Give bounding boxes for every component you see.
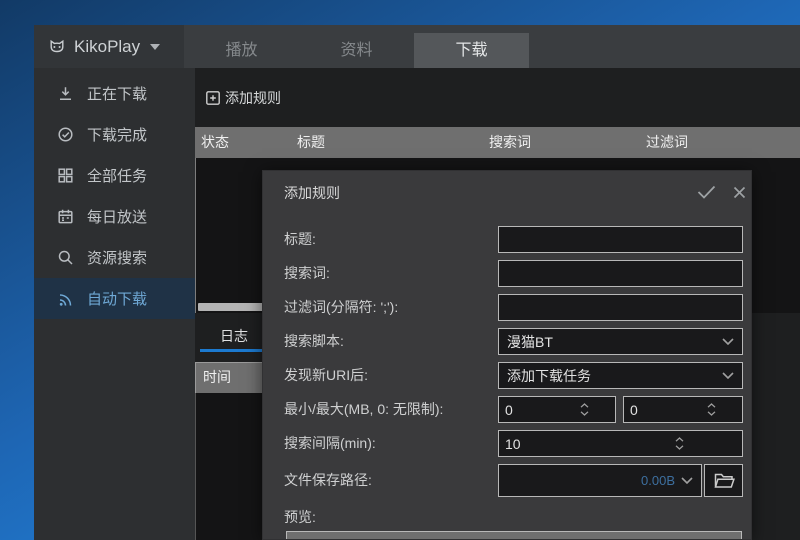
search-script-value: 漫猫BT bbox=[507, 332, 722, 352]
field-label-min-max: 最小/最大(MB, 0: 无限制): bbox=[284, 396, 443, 423]
filter-word-input[interactable] bbox=[498, 294, 743, 321]
sidebar-item-label: 每日放送 bbox=[87, 206, 147, 227]
sidebar-item-downloading[interactable]: 正在下载 bbox=[34, 73, 195, 114]
column-header-status[interactable]: 状态 bbox=[201, 127, 229, 158]
close-x-icon bbox=[733, 186, 746, 199]
preview-table-header bbox=[287, 532, 741, 540]
save-path-select[interactable]: 0.00B bbox=[498, 464, 702, 497]
new-uri-action-select[interactable]: 添加下载任务 bbox=[498, 362, 743, 389]
column-header-title[interactable]: 标题 bbox=[297, 127, 325, 158]
sidebar-item-auto-download[interactable]: 自动下载 bbox=[34, 278, 195, 319]
new-uri-action-value: 添加下载任务 bbox=[507, 366, 722, 386]
add-rule-label: 添加规则 bbox=[225, 88, 281, 108]
chevron-down-icon bbox=[722, 338, 734, 345]
column-header-search-word[interactable]: 搜索词 bbox=[489, 127, 531, 158]
chevron-down-icon bbox=[681, 477, 693, 484]
chevron-down-icon bbox=[722, 372, 734, 379]
field-label-preview: 预览: bbox=[284, 504, 316, 531]
log-tab-label: 日志 bbox=[200, 326, 268, 347]
sidebar-item-resource-search[interactable]: 资源搜索 bbox=[34, 237, 195, 278]
main-tabbar: 播放 资料 下载 bbox=[184, 25, 800, 68]
rule-table-header: 状态 标题 搜索词 过滤词 bbox=[195, 127, 800, 158]
active-tab-indicator bbox=[200, 349, 268, 352]
sidebar-item-completed[interactable]: 下载完成 bbox=[34, 114, 195, 155]
tab-log[interactable]: 日志 bbox=[200, 326, 268, 352]
min-size-spinner[interactable]: 0 bbox=[498, 396, 616, 423]
close-icon[interactable] bbox=[726, 181, 752, 203]
add-rule-dialog: 添加规则 标题: 搜索词: 过滤词(分隔符: ';'): 搜索脚本: 漫猫BT bbox=[262, 170, 752, 540]
column-header-filter-word[interactable]: 过滤词 bbox=[646, 127, 688, 158]
search-word-input[interactable] bbox=[498, 260, 743, 287]
grid-icon bbox=[57, 167, 74, 184]
path-size-text: 0.00B bbox=[507, 473, 681, 488]
sidebar-item-all-tasks[interactable]: 全部任务 bbox=[34, 155, 195, 196]
calendar-icon bbox=[57, 208, 74, 225]
field-label-title: 标题: bbox=[284, 226, 316, 253]
check-icon bbox=[697, 185, 716, 199]
kikoplay-logo-icon bbox=[48, 38, 66, 56]
sidebar-item-label: 下载完成 bbox=[87, 124, 147, 145]
field-label-save-path: 文件保存路径: bbox=[284, 464, 372, 497]
menu-caret-icon bbox=[150, 44, 160, 50]
dialog-title: 添加规则 bbox=[284, 183, 340, 203]
min-size-value: 0 bbox=[505, 402, 558, 418]
tab-library[interactable]: 资料 bbox=[299, 33, 414, 68]
search-icon bbox=[57, 249, 74, 266]
download-icon bbox=[57, 85, 74, 102]
rss-icon bbox=[57, 290, 74, 307]
sidebar-item-daily-broadcast[interactable]: 每日放送 bbox=[34, 196, 195, 237]
download-sidebar: 正在下载 下载完成 全部任务 每日放送 bbox=[34, 68, 195, 540]
check-circle-icon bbox=[57, 126, 74, 143]
max-size-value: 0 bbox=[630, 402, 684, 418]
app-menu-button[interactable]: KikoPlay bbox=[34, 25, 184, 68]
field-label-filter-word: 过滤词(分隔符: ';'): bbox=[284, 294, 398, 321]
max-size-spinner[interactable]: 0 bbox=[623, 396, 743, 423]
plus-square-icon bbox=[205, 90, 221, 106]
app-title: KikoPlay bbox=[74, 37, 140, 57]
sidebar-item-label: 全部任务 bbox=[87, 165, 147, 186]
sidebar-item-label: 资源搜索 bbox=[87, 247, 147, 268]
confirm-button[interactable] bbox=[693, 181, 719, 203]
field-label-search-word: 搜索词: bbox=[284, 260, 330, 287]
tab-download[interactable]: 下载 bbox=[414, 33, 529, 68]
add-rule-button[interactable]: 添加规则 bbox=[205, 87, 281, 109]
preview-table[interactable] bbox=[286, 531, 742, 540]
browse-folder-button[interactable] bbox=[704, 464, 743, 497]
spinner-arrows-icon[interactable] bbox=[622, 437, 739, 450]
search-script-select[interactable]: 漫猫BT bbox=[498, 328, 743, 355]
field-label-new-uri: 发现新URI后: bbox=[284, 362, 368, 389]
search-interval-value: 10 bbox=[505, 436, 622, 452]
title-input[interactable] bbox=[498, 226, 743, 253]
spinner-arrows-icon[interactable] bbox=[684, 403, 738, 416]
sidebar-item-label: 自动下载 bbox=[87, 288, 147, 309]
tab-play[interactable]: 播放 bbox=[184, 33, 299, 68]
titlebar[interactable]: KikoPlay 播放 资料 下载 bbox=[34, 25, 800, 68]
field-label-search-script: 搜索脚本: bbox=[284, 328, 344, 355]
spinner-arrows-icon[interactable] bbox=[558, 403, 611, 416]
kikoplay-window: KikoPlay 播放 资料 下载 正在下载 下载完成 bbox=[34, 25, 800, 540]
desktop-background: KikoPlay 播放 资料 下载 正在下载 下载完成 bbox=[0, 0, 800, 540]
sidebar-item-label: 正在下载 bbox=[87, 83, 147, 104]
field-label-interval: 搜索间隔(min): bbox=[284, 430, 376, 457]
folder-icon bbox=[713, 472, 735, 489]
column-header-time: 时间 bbox=[196, 369, 231, 385]
search-interval-spinner[interactable]: 10 bbox=[498, 430, 743, 457]
